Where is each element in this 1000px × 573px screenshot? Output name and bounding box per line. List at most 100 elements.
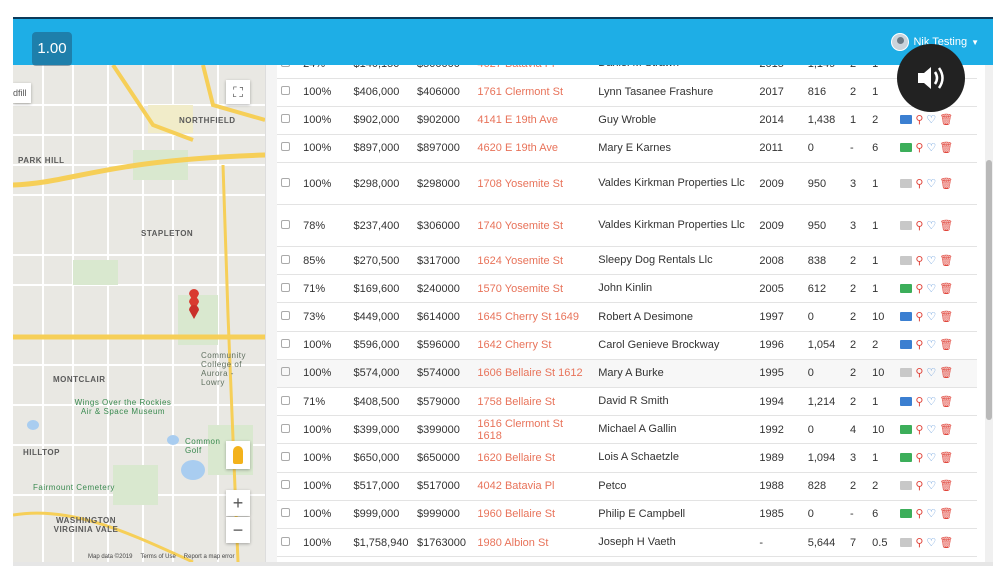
row-checkbox[interactable]: [281, 219, 290, 229]
row-checkbox[interactable]: [281, 311, 290, 321]
zoom-icon[interactable]: ⚲: [915, 536, 923, 549]
table-row[interactable]: 100% $399,000 $399000 1616 Clermont St 1618…: [277, 415, 977, 445]
zoom-icon[interactable]: ⚲: [915, 395, 923, 408]
heart-icon[interactable]: ♡: [926, 536, 936, 549]
table-row[interactable]: 100% $574,000 $574000 1606 Bellaire St 1612…: [277, 359, 977, 389]
trash-icon[interactable]: 🗑: [939, 113, 953, 126]
zoom-icon[interactable]: ⚲: [915, 310, 923, 323]
contact-card-icon[interactable]: [900, 178, 913, 188]
contact-card-icon[interactable]: [900, 283, 913, 293]
cell-addr[interactable]: 1708 Yosemite St: [473, 162, 595, 206]
row-checkbox[interactable]: [281, 86, 290, 96]
contact-card-icon[interactable]: [900, 452, 913, 462]
zoom-in-button[interactable]: +: [226, 490, 250, 516]
heart-icon[interactable]: ♡: [926, 177, 936, 190]
trash-icon[interactable]: 🗑: [939, 536, 953, 549]
heart-icon[interactable]: ♡: [926, 423, 936, 436]
table-row[interactable]: 100% $902,000 $902000 4141 E 19th Ave Guy Wr…: [277, 106, 977, 135]
cell-addr[interactable]: 1980 Albion St: [473, 528, 595, 558]
contact-card-icon[interactable]: [900, 368, 913, 378]
contact-card-icon[interactable]: [900, 424, 913, 434]
cell-addr[interactable]: 4627 Batavia Pl: [473, 65, 595, 79]
table-row[interactable]: 71% $408,500 $579000 1758 Bellaire St David …: [277, 387, 977, 417]
table-row[interactable]: 100% $999,000 $999000 1960 Bellaire St Phili…: [277, 500, 977, 529]
table-row[interactable]: 100% $1,758,940 $1763000 1980 Albion St Jose…: [277, 528, 977, 558]
cell-addr[interactable]: 4042 Batavia Pl: [473, 472, 595, 501]
row-checkbox[interactable]: [281, 395, 290, 405]
trash-icon[interactable]: 🗑: [939, 451, 953, 464]
table-row[interactable]: 100% $897,000 $897000 4620 E 19th Ave Mary E…: [277, 134, 977, 164]
row-checkbox[interactable]: [281, 65, 290, 67]
report-error-link[interactable]: Report a map error: [184, 554, 235, 560]
table-row[interactable]: 71% $169,600 $240000 1570 Yosemite St John K…: [277, 274, 977, 304]
trash-icon[interactable]: 🗑: [939, 395, 953, 408]
cell-addr[interactable]: 1740 Yosemite St: [473, 204, 595, 248]
zoom-icon[interactable]: ⚲: [915, 507, 923, 520]
trash-icon[interactable]: 🗑: [939, 366, 953, 379]
heart-icon[interactable]: ♡: [926, 113, 936, 126]
heart-icon[interactable]: ♡: [926, 366, 936, 379]
cell-addr[interactable]: 1616 Clermont St 1618: [473, 415, 595, 445]
table-row[interactable]: 24%$140,150$5000004627 Batavia PlDaniel …: [277, 65, 977, 79]
row-checkbox[interactable]: [281, 339, 290, 349]
trash-icon[interactable]: 🗑: [939, 310, 953, 323]
map-type-toggle[interactable]: dfill: [13, 83, 31, 103]
table-row[interactable]: 100% $298,000 $298000 1708 Yosemite St Valde…: [277, 162, 977, 206]
trash-icon[interactable]: 🗑: [939, 282, 953, 295]
heart-icon[interactable]: ♡: [926, 507, 936, 520]
trash-icon[interactable]: 🗑: [939, 177, 953, 190]
zoom-icon[interactable]: ⚲: [915, 254, 923, 267]
cell-addr[interactable]: 1645 Cherry St 1649: [473, 302, 595, 332]
map-panel[interactable]: dfill ⛶ NORTHFIELD PARK HILL STAPLETON M…: [13, 65, 265, 562]
scrollbar-thumb[interactable]: [986, 160, 992, 420]
street-view-pegman-icon[interactable]: [226, 441, 250, 469]
trash-icon[interactable]: 🗑: [939, 141, 953, 154]
zoom-icon[interactable]: ⚲: [915, 113, 923, 126]
heart-icon[interactable]: ♡: [926, 282, 936, 295]
contact-card-icon[interactable]: [900, 509, 913, 519]
table-row[interactable]: 100% $596,000 $596000 1642 Cherry St Carol G…: [277, 331, 977, 360]
zoom-out-button[interactable]: −: [226, 517, 250, 543]
contact-card-icon[interactable]: [900, 143, 913, 153]
heart-icon[interactable]: ♡: [926, 310, 936, 323]
heart-icon[interactable]: ♡: [926, 395, 936, 408]
cell-addr[interactable]: 4620 E 19th Ave: [473, 134, 595, 164]
row-checkbox[interactable]: [281, 114, 290, 124]
panel-divider[interactable]: [265, 65, 277, 562]
table-row[interactable]: 100% $517,000 $517000 4042 Batavia Pl Petco 1…: [277, 472, 977, 501]
cell-addr[interactable]: 1758 Bellaire St: [473, 387, 595, 417]
row-checkbox[interactable]: [281, 508, 290, 518]
table-row[interactable]: 73% $449,000 $614000 1645 Cherry St 1649 Rob…: [277, 302, 977, 332]
contact-card-icon[interactable]: [900, 220, 913, 230]
contact-card-icon[interactable]: [900, 396, 913, 406]
contact-card-icon[interactable]: [900, 481, 913, 491]
row-checkbox[interactable]: [281, 254, 290, 264]
trash-icon[interactable]: 🗑: [939, 423, 953, 436]
table-row[interactable]: 100% $650,000 $650000 1620 Bellaire St Lois …: [277, 443, 977, 473]
trash-icon[interactable]: 🗑: [939, 219, 953, 232]
row-checkbox[interactable]: [281, 480, 290, 490]
heart-icon[interactable]: ♡: [926, 451, 936, 464]
heart-icon[interactable]: ♡: [926, 479, 936, 492]
cell-addr[interactable]: 1620 Bellaire St: [473, 443, 595, 473]
trash-icon[interactable]: 🗑: [939, 479, 953, 492]
terms-link[interactable]: Terms of Use: [140, 554, 175, 560]
heart-icon[interactable]: ♡: [926, 219, 936, 232]
zoom-icon[interactable]: ⚲: [915, 338, 923, 351]
row-checkbox[interactable]: [281, 423, 290, 433]
cell-addr[interactable]: 1606 Bellaire St 1612: [473, 359, 595, 389]
heart-icon[interactable]: ♡: [926, 254, 936, 267]
zoom-icon[interactable]: ⚲: [915, 366, 923, 379]
row-checkbox[interactable]: [281, 142, 290, 152]
zoom-icon[interactable]: ⚲: [915, 423, 923, 436]
fullscreen-icon[interactable]: ⛶: [226, 80, 250, 104]
cell-addr[interactable]: 4141 E 19th Ave: [473, 106, 595, 135]
zoom-icon[interactable]: ⚲: [915, 282, 923, 295]
contact-card-icon[interactable]: [900, 537, 913, 547]
row-checkbox[interactable]: [281, 177, 290, 187]
contact-card-icon[interactable]: [900, 312, 913, 322]
contact-card-icon[interactable]: [900, 255, 913, 265]
zoom-icon[interactable]: ⚲: [915, 177, 923, 190]
trash-icon[interactable]: 🗑: [939, 254, 953, 267]
map-pin-icon[interactable]: [188, 303, 200, 319]
